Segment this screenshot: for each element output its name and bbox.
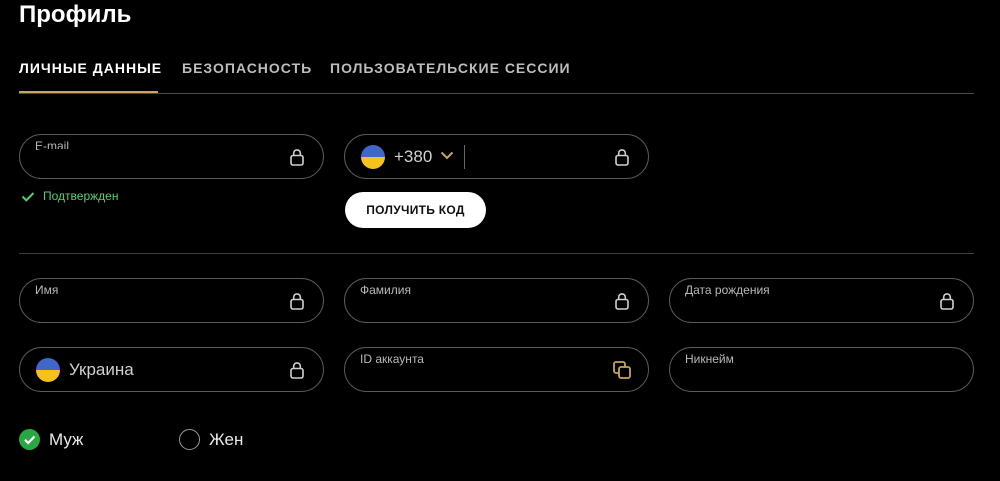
last-name-value-redacted — [357, 295, 465, 319]
lock-icon — [290, 293, 304, 310]
nickname-value-redacted — [678, 366, 786, 388]
gender-male-label: Муж — [49, 429, 84, 449]
nickname-label: Никнейм — [685, 352, 734, 366]
phone-country-code[interactable]: +380 — [394, 147, 432, 167]
lock-icon — [940, 293, 954, 310]
page-title: Профиль — [19, 1, 132, 28]
gender-male-radio[interactable]: Муж — [19, 429, 83, 450]
gender-female-label: Жен — [209, 429, 244, 449]
lock-icon — [615, 149, 629, 166]
email-field[interactable]: E-mail — [19, 134, 324, 179]
phone-value-redacted — [471, 144, 567, 164]
chevron-down-icon[interactable] — [440, 151, 454, 160]
account-id-field[interactable]: ID аккаунта — [344, 347, 649, 392]
get-code-button[interactable]: ПОЛУЧИТЬ КОД — [345, 192, 486, 228]
account-id-value-redacted — [357, 368, 425, 388]
tab-security[interactable]: БЕЗОПАСНОСТЬ — [182, 60, 312, 93]
copy-icon[interactable] — [612, 360, 632, 380]
section-divider — [19, 253, 974, 254]
lock-icon — [290, 149, 304, 166]
country-value: Украина — [69, 360, 134, 379]
first-name-field[interactable]: Имя — [19, 278, 324, 323]
lock-icon — [290, 362, 304, 379]
first-name-value-redacted — [28, 295, 94, 317]
last-name-field[interactable]: Фамилия — [344, 278, 649, 323]
gender-female-radio[interactable]: Жен — [179, 429, 243, 450]
radio-checked-icon — [19, 429, 40, 450]
phone-separator — [464, 145, 465, 169]
tab-user-sessions[interactable]: ПОЛЬЗОВАТЕЛЬСКИЕ СЕССИИ — [330, 60, 571, 93]
birth-date-value-redacted — [678, 297, 802, 319]
lock-icon — [615, 293, 629, 310]
birth-date-label: Дата рождения — [685, 283, 770, 297]
radio-unchecked-icon — [179, 429, 200, 450]
birth-date-field[interactable]: Дата рождения — [669, 278, 974, 323]
check-icon — [21, 191, 35, 202]
tab-personal-data[interactable]: ЛИЧНЫЕ ДАННЫЕ — [19, 60, 161, 93]
email-value-redacted — [30, 149, 235, 173]
nickname-field[interactable]: Никнейм — [669, 347, 974, 392]
email-verified-status: Подтвержден — [21, 189, 118, 203]
email-verified-label: Подтвержден — [43, 189, 119, 203]
profile-tabs: ЛИЧНЫЕ ДАННЫЕ БЕЗОПАСНОСТЬ ПОЛЬЗОВАТЕЛЬС… — [19, 56, 974, 94]
phone-field[interactable]: +380 — [344, 134, 649, 179]
account-id-label: ID аккаунта — [360, 352, 424, 366]
ukraine-flag-icon — [361, 145, 385, 169]
ukraine-flag-icon — [36, 358, 60, 382]
country-field[interactable]: Украина — [19, 347, 324, 392]
